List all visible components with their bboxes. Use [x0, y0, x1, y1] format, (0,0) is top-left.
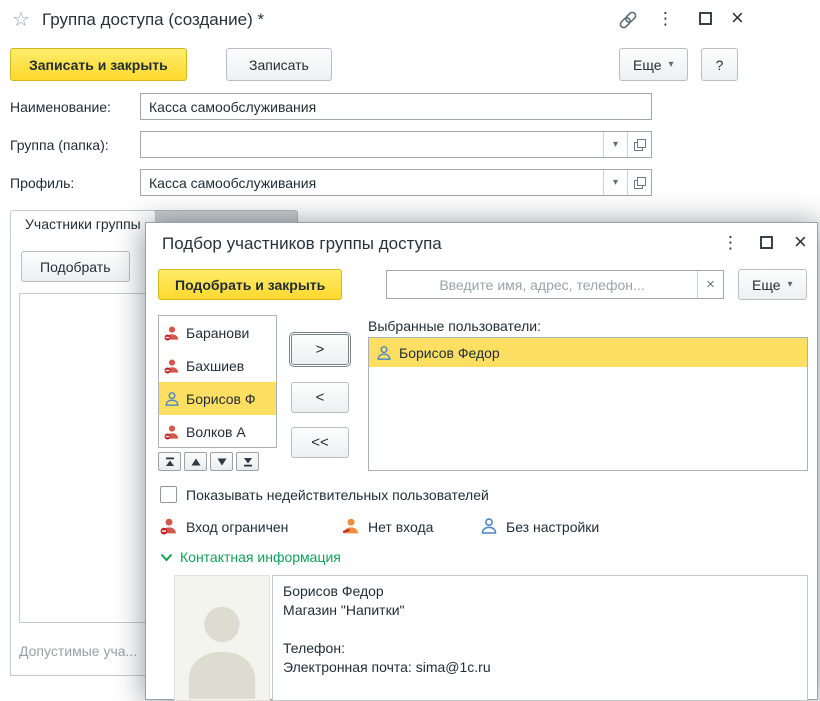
user-restricted-icon [164, 358, 180, 374]
favorite-star-icon[interactable]: ☆ [12, 7, 30, 32]
selected-users-list[interactable]: Борисов Федор [368, 337, 808, 471]
group-field[interactable]: ▾ [140, 131, 652, 158]
user-name: Баранови [186, 325, 249, 341]
profile-input[interactable] [141, 170, 603, 195]
chevron-down-icon: ▾ [788, 279, 793, 290]
maximize-icon[interactable] [699, 12, 712, 25]
selected-users-label: Выбранные пользователи: [368, 318, 541, 334]
contact-line: Борисов Федор [283, 582, 797, 601]
dialog-more-button[interactable]: Еще ▾ [738, 269, 807, 300]
user-name: Бахшиев [186, 358, 244, 374]
remove-all-users-button[interactable]: << [291, 427, 349, 458]
profile-field[interactable]: ▾ [140, 169, 652, 196]
dialog-kebab-menu-icon[interactable]: ⋮ [722, 233, 738, 253]
save-and-close-button[interactable]: Записать и закрыть [10, 48, 187, 81]
search-field[interactable]: × [386, 270, 724, 299]
contact-line: Электронная почта: sima@1c.ru [283, 658, 797, 677]
no-settings-label: Без настройки [506, 519, 599, 535]
more-button-label: Еще [633, 57, 662, 73]
profile-dropdown-icon[interactable]: ▾ [603, 170, 627, 195]
add-user-button[interactable]: > [291, 334, 349, 365]
help-button[interactable]: ? [701, 48, 738, 81]
user-photo-placeholder [174, 575, 270, 701]
move-bottom-icon[interactable] [236, 452, 259, 471]
close-icon[interactable]: × [731, 7, 744, 29]
user-restricted-icon [164, 424, 180, 440]
name-field-label: Наименование: [10, 99, 111, 115]
user-restricted-icon [164, 325, 180, 341]
move-up-icon[interactable] [184, 452, 207, 471]
user-row-selected[interactable]: Борисов Ф [159, 382, 276, 415]
move-top-icon[interactable] [158, 452, 181, 471]
contact-info-section-header[interactable]: Контактная информация [180, 549, 341, 565]
link-icon[interactable] [616, 8, 640, 32]
name-input[interactable] [149, 94, 643, 119]
chevron-down-icon: ▾ [669, 59, 674, 70]
kebab-menu-icon[interactable]: ⋮ [657, 9, 673, 29]
dialog-more-label: Еще [752, 277, 781, 293]
group-input[interactable] [141, 132, 603, 157]
show-invalid-label: Показывать недействительных пользователе… [186, 487, 489, 503]
more-button[interactable]: Еще ▾ [619, 48, 688, 81]
selected-user-name: Борисов Федор [399, 345, 500, 361]
contact-line: Магазин "Напитки" [283, 601, 797, 620]
window-title: Группа доступа (создание) * [42, 10, 264, 30]
remove-user-button[interactable]: < [291, 382, 349, 413]
user-name: Борисов Ф [186, 391, 256, 407]
dialog-title: Подбор участников группы доступа [162, 234, 442, 254]
user-name: Волков А [186, 424, 246, 440]
name-field[interactable] [140, 93, 652, 120]
profile-field-label: Профиль: [10, 175, 74, 191]
no-login-icon [342, 517, 360, 535]
user-row[interactable]: Волков А [159, 415, 276, 448]
no-login-label: Нет входа [368, 519, 433, 535]
restricted-login-icon [160, 517, 178, 535]
move-down-icon[interactable] [210, 452, 233, 471]
allowed-members-label: Допустимые уча... [19, 643, 137, 659]
search-input[interactable] [387, 271, 697, 298]
save-button[interactable]: Записать [226, 48, 332, 81]
group-open-icon[interactable] [627, 132, 651, 157]
user-no-settings-icon [376, 345, 392, 361]
pick-users-dialog: Подбор участников группы доступа ⋮ × Под… [145, 222, 818, 700]
clear-search-icon[interactable]: × [697, 271, 723, 298]
no-settings-icon [480, 517, 498, 535]
restricted-login-label: Вход ограничен [186, 519, 288, 535]
pick-and-close-button[interactable]: Подобрать и закрыть [158, 269, 342, 300]
user-row[interactable]: Баранови [159, 316, 276, 349]
user-no-settings-icon [164, 391, 180, 407]
user-row[interactable]: Бахшиев [159, 349, 276, 382]
contact-line [283, 620, 797, 639]
tab-members[interactable]: Участники группы [10, 210, 156, 237]
group-field-label: Группа (папка): [10, 137, 109, 153]
profile-open-icon[interactable] [627, 170, 651, 195]
selected-user-row[interactable]: Борисов Федор [369, 338, 807, 367]
show-invalid-checkbox[interactable] [160, 486, 177, 503]
pick-button[interactable]: Подобрать [21, 251, 130, 282]
group-dropdown-icon[interactable]: ▾ [603, 132, 627, 157]
dialog-close-icon[interactable]: × [794, 231, 807, 253]
contact-line: Телефон: [283, 639, 797, 658]
contact-info-text: Борисов Федор Магазин "Напитки" Телефон:… [272, 575, 808, 701]
collapse-chevron-icon[interactable] [160, 553, 173, 562]
all-users-list[interactable]: Баранови Бахшиев Борисов Ф Волков А [158, 315, 277, 448]
list-nav-buttons [158, 452, 259, 471]
dialog-maximize-icon[interactable] [760, 236, 773, 249]
